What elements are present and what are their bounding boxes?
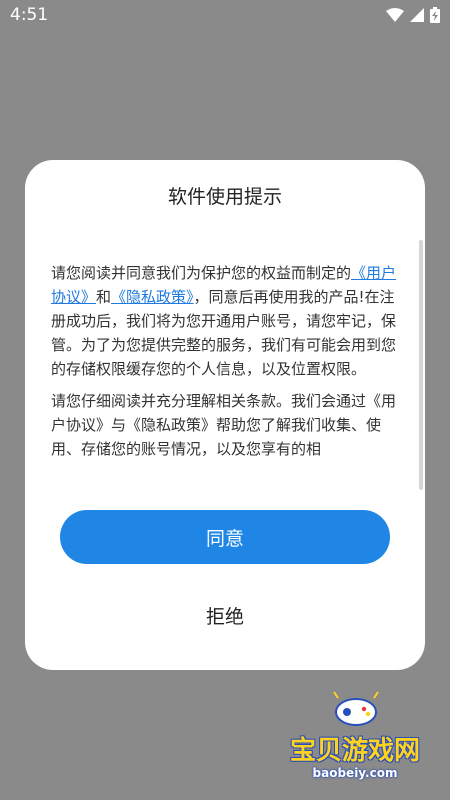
watermark-url: baobeiy.com	[312, 766, 398, 780]
battery-charging-icon	[430, 7, 440, 23]
content-scrollbar[interactable]	[419, 240, 423, 490]
paragraph1-text-a: 请您阅读并同意我们为保护您的权益而制定的	[51, 264, 352, 282]
terms-paragraph-1: 请您阅读并同意我们为保护您的权益而制定的《用户协议》和《隐私政策》，同意后再使用…	[51, 261, 399, 381]
paragraph1-and: 和	[96, 288, 112, 306]
dialog-content[interactable]: 请您阅读并同意我们为保护您的权益而制定的《用户协议》和《隐私政策》，同意后再使用…	[51, 261, 399, 487]
dialog-title: 软件使用提示	[167, 186, 282, 208]
watermark-text: 宝贝游戏网	[289, 736, 420, 766]
site-watermark: 宝贝游戏网 baobeiy.com	[280, 690, 440, 790]
privacy-dialog: 软件使用提示 请您阅读并同意我们为保护您的权益而制定的《用户协议》和《隐私政策》…	[25, 160, 425, 670]
status-time: 4:51	[10, 5, 49, 25]
status-icons	[386, 7, 440, 23]
agree-button[interactable]: 同意	[60, 510, 390, 564]
gamepad-icon	[333, 691, 379, 726]
status-bar: 4:51	[0, 0, 450, 30]
terms-paragraph-2: 请您仔细阅读并充分理解相关条款。我们会通过《用户协议》与《隐私政策》帮助您了解我…	[51, 392, 397, 458]
reject-button[interactable]: 拒绝	[60, 588, 390, 642]
wifi-icon	[386, 8, 404, 22]
signal-icon	[410, 8, 424, 22]
privacy-policy-link[interactable]: 《隐私政策》	[111, 288, 194, 306]
